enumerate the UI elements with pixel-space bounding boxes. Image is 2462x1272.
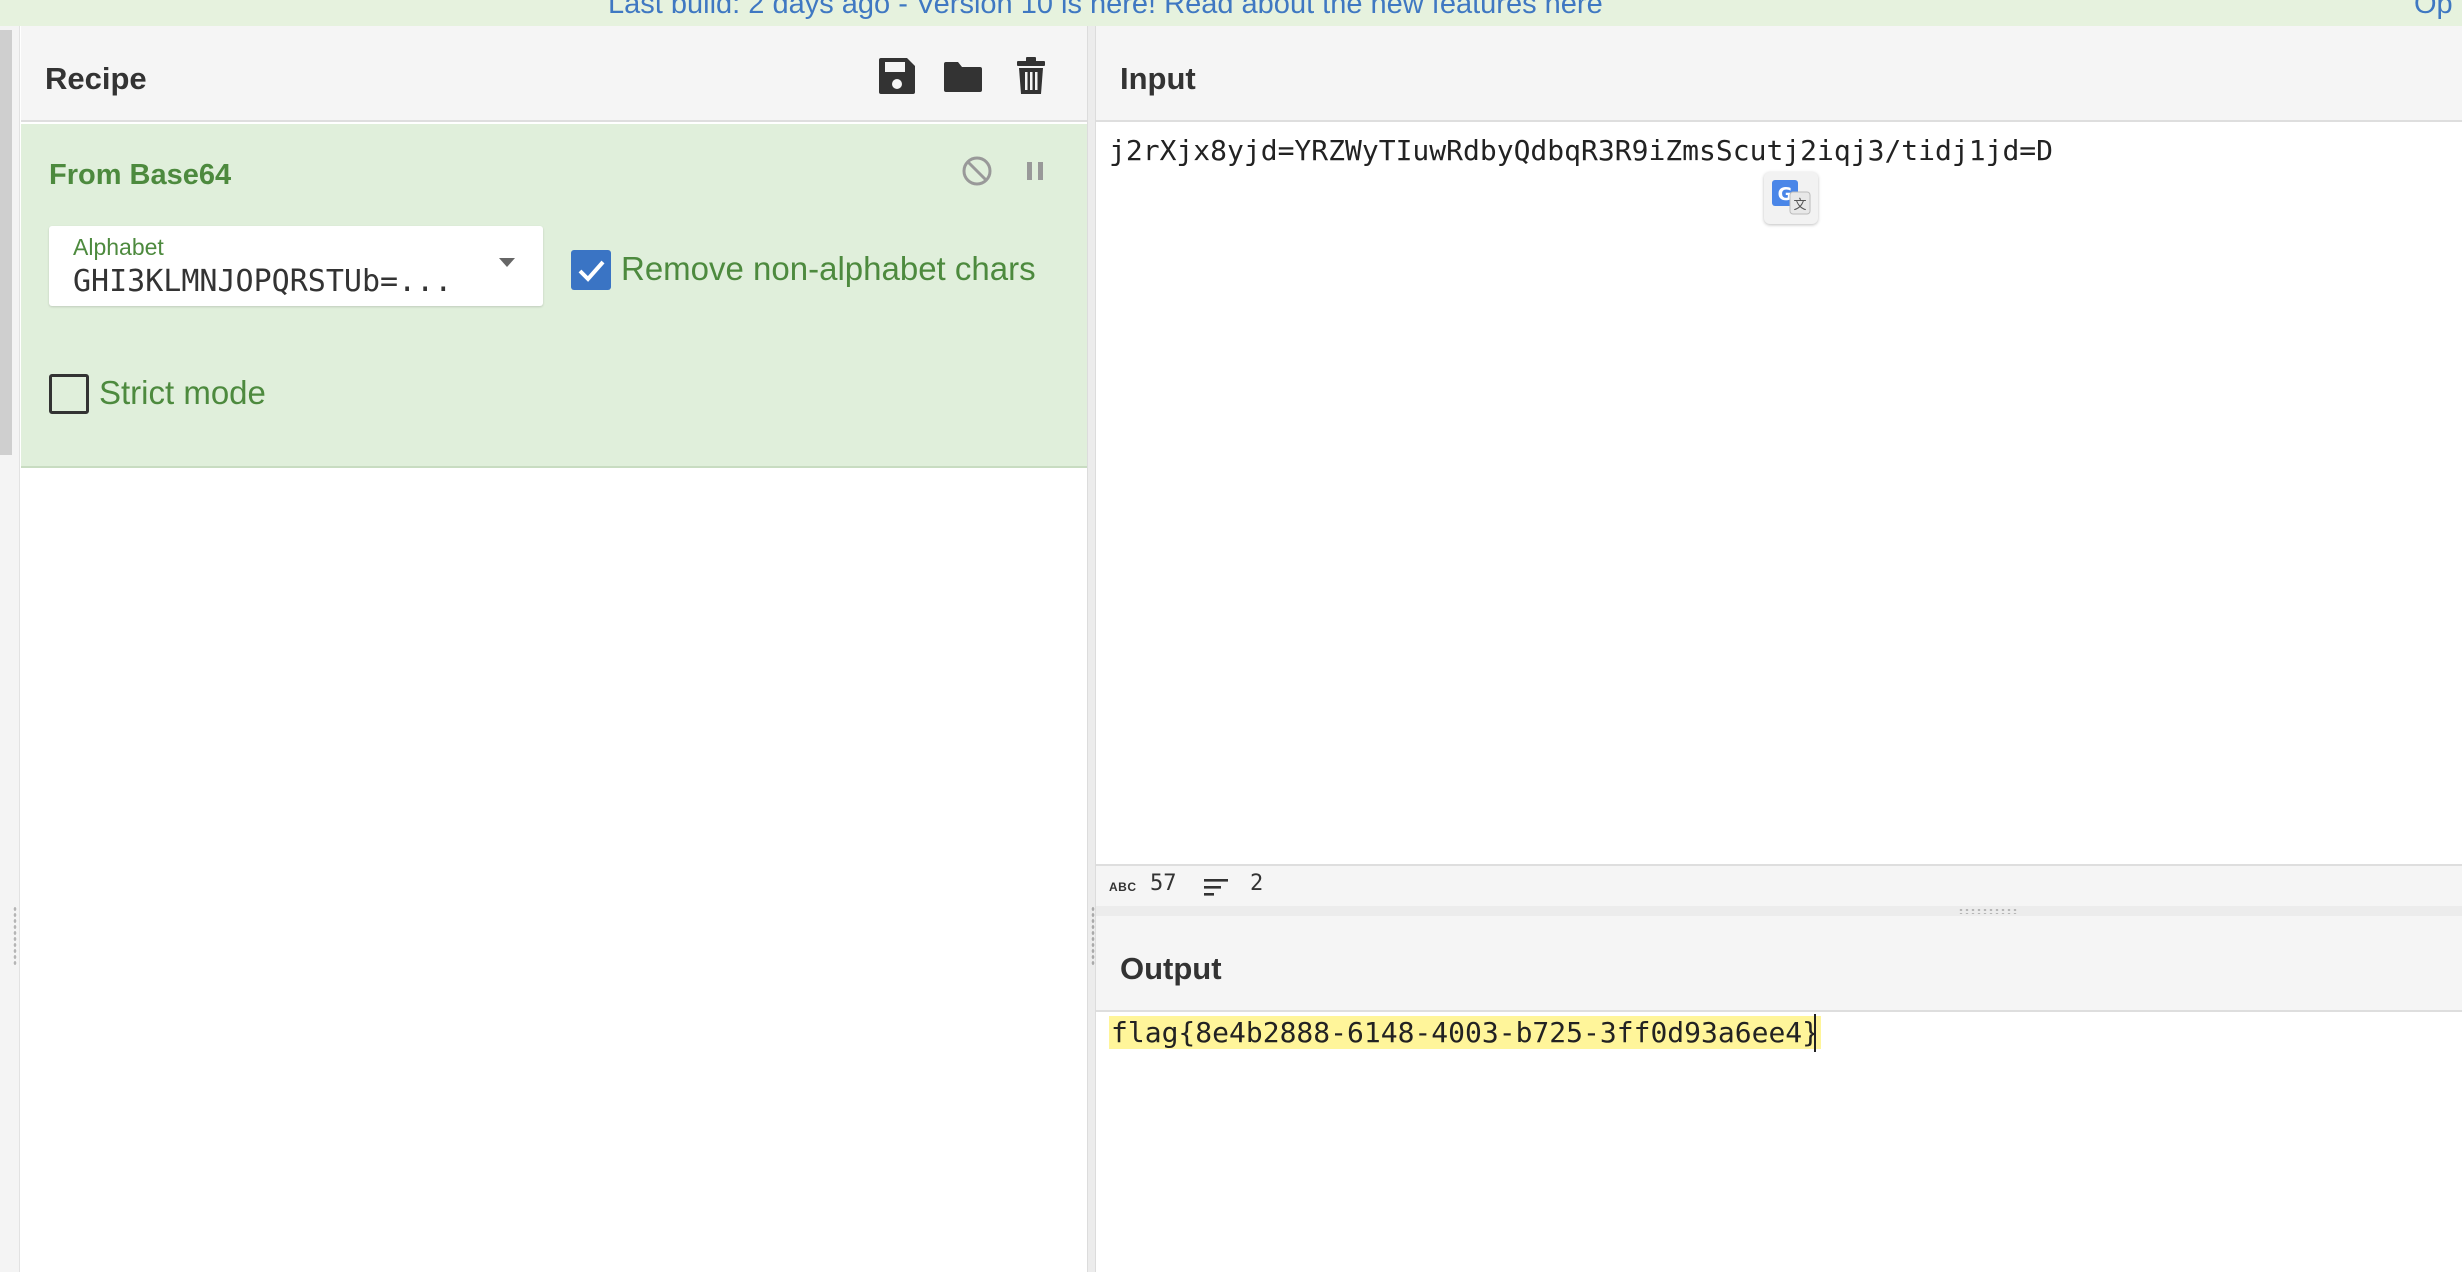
recipe-panel: Recipe From Base64 Alphabet GHI3KLMNJOPQ…: [21, 26, 1087, 1272]
app-root: Last build: 2 days ago - Version 10 is h…: [0, 0, 2462, 1272]
recipe-header: Recipe: [21, 26, 1087, 122]
strict-mode-checkbox[interactable]: [49, 374, 89, 414]
top-banner: Last build: 2 days ago - Version 10 is h…: [0, 0, 2462, 26]
alphabet-label: Alphabet: [73, 234, 164, 260]
remove-non-alphabet-label[interactable]: Remove non-alphabet chars: [621, 250, 1036, 288]
output-title: Output: [1120, 951, 1222, 986]
banner-options-link[interactable]: Op: [2414, 0, 2453, 21]
line-count-icon: [1204, 876, 1230, 898]
line-count: 2: [1250, 871, 1264, 896]
operation-from-base64[interactable]: From Base64 Alphabet GHI3KLMNJOPQRSTUb=.…: [21, 124, 1087, 468]
input-textarea[interactable]: j2rXjx8yjd=YRZWyTIuwRdbyQdbqR3R9iZmsScut…: [1109, 134, 2053, 167]
panel-divider[interactable]: [1087, 26, 1096, 1272]
disable-icon[interactable]: [957, 151, 997, 191]
translate-icon[interactable]: G文: [1764, 172, 1818, 224]
io-resizer[interactable]: [1096, 906, 2462, 916]
trash-icon[interactable]: [1009, 54, 1053, 98]
resizer-grip[interactable]: [1958, 908, 2018, 914]
input-panel: Input j2rXjx8yjd=YRZWyTIuwRdbyQdbqR3R9iZ…: [1096, 26, 2462, 906]
strict-mode-label[interactable]: Strict mode: [99, 374, 266, 412]
input-header: Input: [1096, 26, 2462, 122]
save-icon[interactable]: [875, 54, 919, 98]
recipe-title: Recipe: [45, 61, 147, 96]
operation-title: From Base64: [49, 159, 232, 191]
char-count-icon: ABC: [1109, 880, 1137, 894]
operations-panel-edge: [0, 26, 20, 1272]
remove-non-alphabet-checkbox[interactable]: [571, 250, 611, 290]
output-panel: Output flag{8e4b2888-6148-4003-b725-3ff0…: [1096, 916, 2462, 1272]
output-text[interactable]: flag{8e4b2888-6148-4003-b725-3ff0d93a6ee…: [1109, 1016, 1822, 1049]
divider-grip[interactable]: [1091, 906, 1095, 966]
input-title: Input: [1120, 61, 1196, 96]
chevron-down-icon[interactable]: [499, 258, 515, 267]
input-status-bar: ABC 57 2: [1096, 864, 2462, 906]
resize-handle[interactable]: [13, 906, 17, 966]
svg-text:文: 文: [1793, 198, 1806, 213]
scrollbar-thumb[interactable]: [0, 30, 12, 455]
pause-icon[interactable]: [1015, 151, 1055, 191]
alphabet-select[interactable]: Alphabet GHI3KLMNJOPQRSTUb=...: [49, 226, 543, 306]
folder-icon[interactable]: [941, 54, 985, 98]
char-count: 57: [1150, 871, 1177, 896]
output-header: Output: [1096, 916, 2462, 1012]
banner-message[interactable]: Last build: 2 days ago - Version 10 is h…: [608, 0, 1603, 21]
text-cursor: [1814, 1014, 1816, 1052]
alphabet-value: GHI3KLMNJOPQRSTUb=...: [73, 264, 453, 299]
